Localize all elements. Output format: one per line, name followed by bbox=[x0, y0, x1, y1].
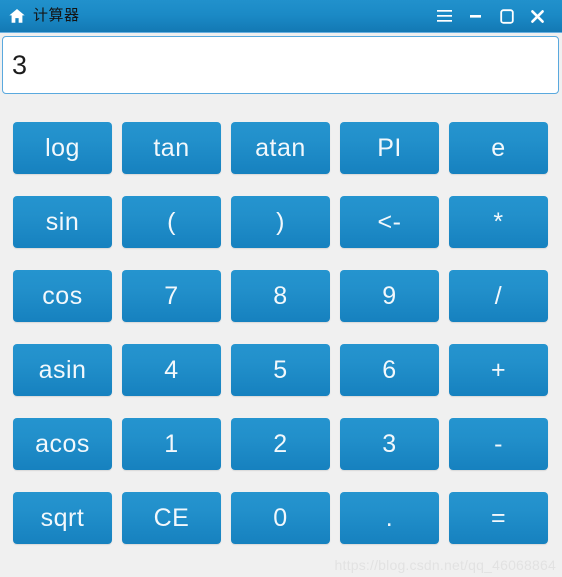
hamburger-menu-icon bbox=[437, 10, 452, 22]
close-button[interactable] bbox=[522, 3, 553, 29]
calc-key[interactable]: / bbox=[449, 270, 548, 322]
calc-key[interactable]: sqrt bbox=[13, 492, 112, 544]
calc-key[interactable]: 0 bbox=[231, 492, 330, 544]
calc-key[interactable]: 7 bbox=[122, 270, 221, 322]
calc-key[interactable]: ( bbox=[122, 196, 221, 248]
calc-key[interactable]: . bbox=[340, 492, 439, 544]
home-icon bbox=[9, 8, 25, 23]
calc-key[interactable]: = bbox=[449, 492, 548, 544]
maximize-icon bbox=[499, 8, 514, 24]
window-title: 计算器 bbox=[33, 7, 80, 24]
calc-key[interactable]: ) bbox=[231, 196, 330, 248]
minimize-icon bbox=[470, 15, 481, 18]
window-controls bbox=[429, 3, 562, 29]
maximize-button[interactable] bbox=[491, 3, 522, 29]
menu-button[interactable] bbox=[429, 3, 460, 29]
calc-key[interactable]: - bbox=[449, 418, 548, 470]
keypad-grid: log tan atan PI e sin() <- * cos 7 8 9/ asin 4 5 6 + acos… bbox=[13, 122, 549, 544]
calc-key[interactable]: 5 bbox=[231, 344, 330, 396]
calc-key[interactable]: 9 bbox=[340, 270, 439, 322]
calc-key[interactable]: 4 bbox=[122, 344, 221, 396]
calc-key[interactable]: sin bbox=[13, 196, 112, 248]
calc-key[interactable]: 2 bbox=[231, 418, 330, 470]
calc-key[interactable]: log bbox=[13, 122, 112, 174]
calc-key[interactable]: CE bbox=[122, 492, 221, 544]
calc-key[interactable]: 3 bbox=[340, 418, 439, 470]
title-bar-left: 计算器 bbox=[0, 7, 429, 25]
calc-key[interactable]: tan bbox=[122, 122, 221, 174]
calc-key[interactable]: * bbox=[449, 196, 548, 248]
calc-key[interactable]: cos bbox=[13, 270, 112, 322]
close-icon bbox=[531, 9, 544, 23]
title-bar: 计算器 bbox=[0, 0, 562, 33]
calc-key[interactable]: PI bbox=[340, 122, 439, 174]
calc-key[interactable]: acos bbox=[13, 418, 112, 470]
minimize-button[interactable] bbox=[460, 3, 491, 29]
calc-key[interactable]: 1 bbox=[122, 418, 221, 470]
calculator-window: 计算器 3 log tan atan PI e sin () <- * cos… bbox=[0, 0, 562, 577]
calc-key[interactable]: e bbox=[449, 122, 548, 174]
calc-key[interactable]: 8 bbox=[231, 270, 330, 322]
watermark-text: https://blog.csdn.net/qq_46068864 bbox=[334, 557, 556, 573]
calc-key[interactable]: 6 bbox=[340, 344, 439, 396]
calc-key[interactable]: asin bbox=[13, 344, 112, 396]
calc-key[interactable]: + bbox=[449, 344, 548, 396]
display-area bbox=[2, 36, 559, 94]
display-input[interactable] bbox=[2, 36, 559, 94]
calc-key[interactable]: atan bbox=[231, 122, 330, 174]
calc-key[interactable]: <- bbox=[340, 196, 439, 248]
